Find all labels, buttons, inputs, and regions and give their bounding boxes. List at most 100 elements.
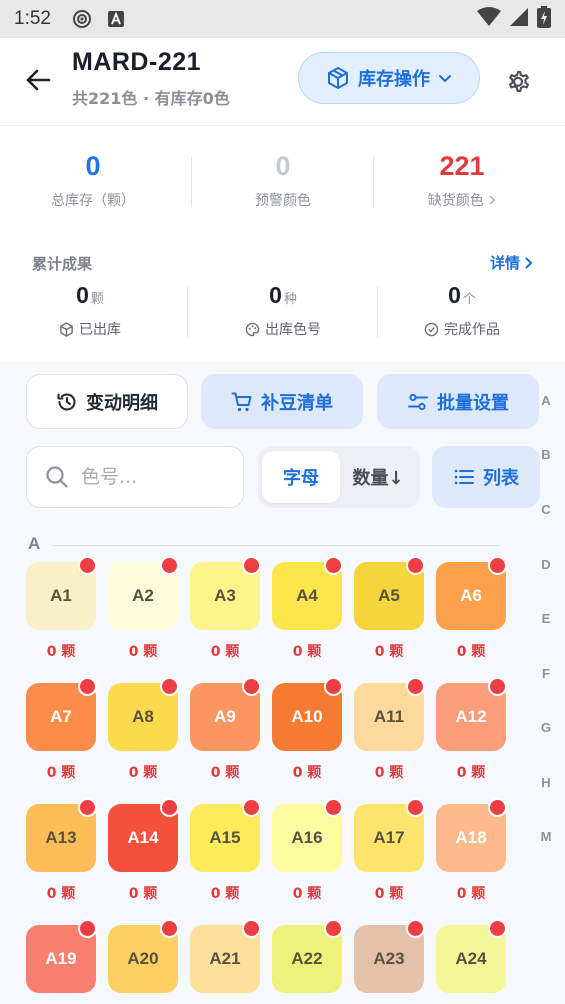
batch-label: 批量设置 <box>437 392 509 414</box>
detail-label: 详情 <box>490 254 521 272</box>
out-of-stock-dot <box>406 677 425 696</box>
out-of-stock-dot <box>78 677 97 696</box>
out-of-stock-dot <box>324 677 343 696</box>
cumulative-title: 累计成果 <box>32 255 93 273</box>
cumulative-detail-link[interactable]: 详情 <box>490 252 533 273</box>
gear-icon <box>508 70 530 93</box>
stat-value: 221 <box>439 151 485 181</box>
cumulative-shipped: 0颗 已出库 <box>0 282 180 339</box>
index-letter-f[interactable]: F <box>534 666 558 681</box>
color-count: 0 颗 <box>210 644 240 660</box>
stat-total-stock: 0 总库存（颗） <box>3 127 183 210</box>
out-of-stock-dot <box>488 798 507 817</box>
out-of-stock-dot <box>78 556 97 575</box>
list-icon <box>454 469 474 485</box>
sliders-icon <box>408 393 428 410</box>
cum-unit: 个 <box>462 292 476 307</box>
arrow-left-icon <box>26 69 51 91</box>
refill-list-button[interactable]: 补豆清单 <box>201 374 363 429</box>
color-count: 0 颗 <box>210 886 240 902</box>
search-icon <box>46 466 68 488</box>
index-letter-h[interactable]: H <box>534 775 558 790</box>
sort-by-quantity-tab[interactable]: 数量↓ <box>340 464 416 490</box>
list-view-button[interactable]: 列表 <box>432 446 540 508</box>
stat-label: 总库存（颗） <box>51 193 135 209</box>
check-circle-icon <box>424 322 439 336</box>
cart-icon <box>231 392 252 411</box>
color-count: 0 颗 <box>46 644 76 660</box>
out-of-stock-dot <box>488 677 507 696</box>
box-icon <box>328 67 348 89</box>
out-of-stock-dot <box>160 677 179 696</box>
stat-warning-colors: 0 预警颜色 <box>193 127 373 210</box>
search-box[interactable] <box>26 446 244 508</box>
color-count: 0 颗 <box>46 765 76 781</box>
out-of-stock-dot <box>242 919 261 938</box>
inventory-stats: 0 总库存（颗） 0 预警颜色 221 缺货颜色 <box>0 127 565 232</box>
status-bar: 1:52 <box>0 0 565 38</box>
battery-charging-icon <box>537 6 551 32</box>
group-header: A <box>28 534 41 553</box>
out-of-stock-dot <box>160 798 179 817</box>
index-letter-c[interactable]: C <box>534 502 558 517</box>
index-letter-g[interactable]: G <box>534 720 558 735</box>
cumulative-color-codes: 0种 出库色号 <box>193 282 373 339</box>
out-of-stock-dot <box>160 556 179 575</box>
out-of-stock-dot <box>324 919 343 938</box>
out-of-stock-dot <box>488 556 507 575</box>
stock-operation-label: 库存操作 <box>358 69 430 90</box>
page-subtitle: 共221色 · 有库存0色 <box>72 89 230 108</box>
color-count: 0 颗 <box>292 644 322 660</box>
sync-icon <box>71 8 93 30</box>
out-of-stock-dot <box>160 919 179 938</box>
sort-by-letter-tab[interactable]: 字母 <box>262 451 340 503</box>
out-of-stock-dot <box>488 919 507 938</box>
cum-label: 已出库 <box>79 322 121 338</box>
out-of-stock-dot <box>242 556 261 575</box>
index-letter-b[interactable]: B <box>534 447 558 462</box>
font-icon <box>105 8 127 30</box>
signal-icon <box>509 7 529 31</box>
divider <box>191 157 192 207</box>
chevron-right-icon <box>489 195 496 205</box>
color-count: 0 颗 <box>456 644 486 660</box>
cum-value: 0 <box>448 282 461 308</box>
index-letter-d[interactable]: D <box>534 557 558 572</box>
cum-value: 0 <box>269 282 282 308</box>
index-letter-a[interactable]: A <box>534 393 558 408</box>
cum-value: 0 <box>76 282 89 308</box>
stock-operation-button[interactable]: 库存操作 <box>298 52 480 104</box>
color-count: 0 颗 <box>374 886 404 902</box>
page-title: MARD-221 <box>72 48 202 76</box>
refill-label: 补豆清单 <box>261 392 333 414</box>
back-button[interactable] <box>20 62 56 98</box>
out-of-stock-dot <box>242 677 261 696</box>
stat-value: 0 <box>85 151 101 181</box>
index-letter-e[interactable]: E <box>534 611 558 626</box>
divider <box>187 286 188 338</box>
color-count: 0 颗 <box>374 765 404 781</box>
chevron-right-icon <box>525 256 533 269</box>
index-letter-m[interactable]: M <box>534 829 558 844</box>
history-label: 变动明细 <box>86 392 158 414</box>
settings-button[interactable] <box>498 62 538 102</box>
out-of-stock-dot <box>324 556 343 575</box>
out-of-stock-dot <box>78 919 97 938</box>
history-icon <box>57 393 76 410</box>
stat-label-text: 缺货颜色 <box>427 193 484 209</box>
stat-label: 缺货颜色 <box>372 190 552 210</box>
color-count: 0 颗 <box>456 886 486 902</box>
app-header: MARD-221 共221色 · 有库存0色 库存操作 <box>0 38 565 126</box>
cum-label: 完成作品 <box>444 322 500 338</box>
stat-value: 0 <box>275 151 291 181</box>
out-of-stock-dot <box>242 798 261 817</box>
color-code-search-input[interactable] <box>81 466 221 488</box>
chevron-down-icon <box>439 75 451 83</box>
stat-out-of-stock-colors[interactable]: 221 缺货颜色 <box>372 127 552 210</box>
color-count: 0 颗 <box>456 765 486 781</box>
wifi-icon <box>477 7 501 31</box>
batch-settings-button[interactable]: 批量设置 <box>377 374 539 429</box>
color-count: 0 颗 <box>46 886 76 902</box>
out-of-stock-dot <box>406 919 425 938</box>
change-history-button[interactable]: 变动明细 <box>26 374 188 429</box>
